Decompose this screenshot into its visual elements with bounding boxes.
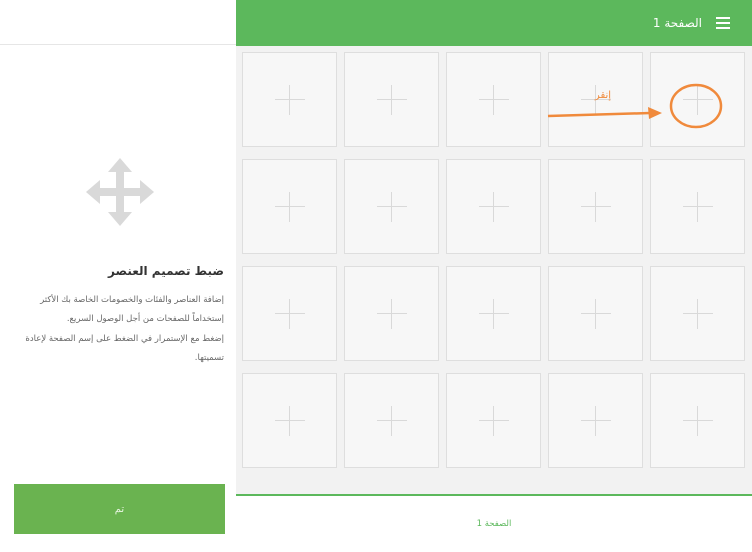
panel-description: إضافة العناصر والفئات والخصومات الخاصة ب…	[40, 295, 224, 324]
grid-cell[interactable]	[650, 52, 745, 147]
plus-icon	[478, 405, 509, 436]
grid-cell[interactable]	[446, 266, 541, 361]
plus-icon	[274, 84, 305, 115]
plus-icon	[478, 298, 509, 329]
grid-cell[interactable]	[242, 373, 337, 468]
item-grid	[242, 52, 745, 468]
panel-title: ضبط تصميم العنصر	[108, 264, 224, 278]
grid-cell[interactable]	[242, 159, 337, 254]
grid-cell[interactable]	[446, 52, 541, 147]
grid-cell[interactable]	[548, 373, 643, 468]
hamburger-menu-icon[interactable]	[716, 17, 730, 29]
plus-icon	[682, 405, 713, 436]
plus-icon	[580, 191, 611, 222]
plus-icon	[376, 191, 407, 222]
grid-cell[interactable]	[344, 159, 439, 254]
grid-cell[interactable]	[446, 373, 541, 468]
plus-icon	[580, 405, 611, 436]
done-button[interactable]: تم	[14, 484, 225, 534]
move-arrows-icon	[86, 158, 154, 226]
grid-cell[interactable]	[650, 266, 745, 361]
left-panel: ضبط تصميم العنصر إضافة العناصر والفئات و…	[0, 0, 237, 550]
plus-icon	[376, 405, 407, 436]
panel-rename-hint: إضغط مع الإستمرار في الضغط على إسم الصفح…	[25, 334, 224, 363]
grid-cell[interactable]	[548, 266, 643, 361]
grid-cell[interactable]	[242, 266, 337, 361]
grid-area	[236, 46, 752, 494]
page-title[interactable]: الصفحة 1	[653, 16, 702, 30]
plus-icon	[682, 84, 713, 115]
grid-cell[interactable]	[344, 373, 439, 468]
grid-cell[interactable]	[650, 159, 745, 254]
page-tabs-bar: الصفحة 1	[236, 494, 752, 552]
annotation-label: إنقر	[594, 90, 612, 101]
plus-icon	[580, 298, 611, 329]
plus-icon	[274, 298, 305, 329]
plus-icon	[376, 84, 407, 115]
grid-cell[interactable]	[446, 159, 541, 254]
top-header: الصفحة 1	[236, 0, 752, 46]
grid-cell[interactable]	[242, 52, 337, 147]
plus-icon	[478, 84, 509, 115]
plus-icon	[478, 191, 509, 222]
page-tab-1[interactable]: الصفحة 1	[477, 519, 512, 529]
grid-cell[interactable]	[548, 159, 643, 254]
plus-icon	[376, 298, 407, 329]
grid-cell[interactable]	[344, 52, 439, 147]
plus-icon	[274, 191, 305, 222]
plus-icon	[274, 405, 305, 436]
divider	[0, 44, 236, 45]
grid-cell[interactable]	[344, 266, 439, 361]
plus-icon	[682, 191, 713, 222]
grid-cell[interactable]	[650, 373, 745, 468]
plus-icon	[682, 298, 713, 329]
